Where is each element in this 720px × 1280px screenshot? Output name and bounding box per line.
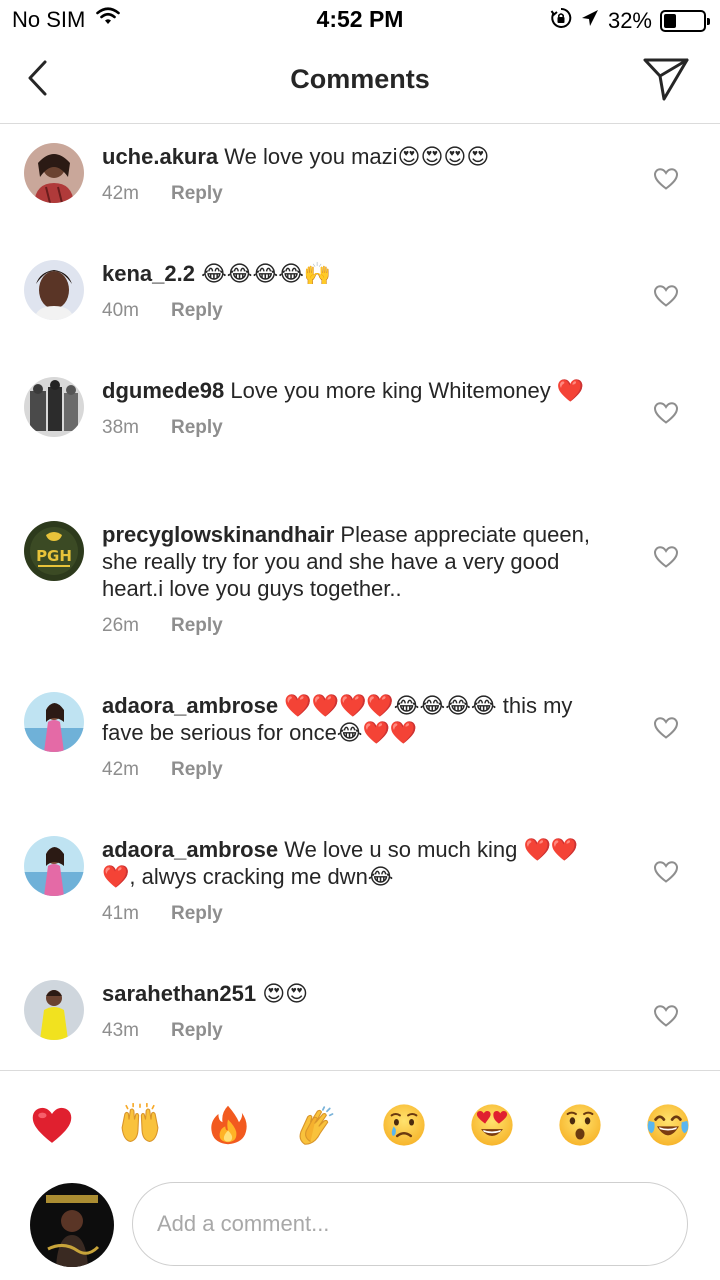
comment-username[interactable]: kena_2.2 <box>102 261 195 286</box>
comment-body: adaora_ambrose We love u so much king ❤️… <box>102 836 602 927</box>
comment-time: 42m <box>102 183 139 204</box>
profile-avatar[interactable] <box>30 1183 114 1267</box>
comment-username[interactable]: adaora_ambrose <box>102 837 278 862</box>
share-button[interactable] <box>642 56 690 102</box>
reply-button[interactable]: Reply <box>171 756 223 783</box>
avatar[interactable] <box>24 692 84 752</box>
red-heart-icon[interactable] <box>30 1103 74 1147</box>
avatar[interactable] <box>24 260 84 320</box>
surprised-face-icon[interactable] <box>558 1103 602 1147</box>
heart-outline-icon <box>653 168 679 190</box>
comment-text: 😍😍 <box>262 981 309 1006</box>
raising-hands-icon[interactable] <box>118 1103 162 1147</box>
like-button[interactable] <box>653 860 679 884</box>
avatar[interactable] <box>24 836 84 896</box>
reply-button[interactable]: Reply <box>171 1017 223 1044</box>
svg-text:PGH: PGH <box>36 547 72 565</box>
reply-button[interactable]: Reply <box>171 297 223 324</box>
heart-outline-icon <box>653 717 679 739</box>
fire-icon[interactable] <box>206 1103 250 1147</box>
tears-of-joy-icon[interactable] <box>646 1103 690 1147</box>
comment-text: We love you mazi😍😍😍😍 <box>224 144 490 169</box>
comment-username[interactable]: precyglowskinandhair <box>102 522 334 547</box>
comment-time: 38m <box>102 417 139 438</box>
comment-username[interactable]: adaora_ambrose <box>102 693 278 718</box>
reply-button[interactable]: Reply <box>171 414 223 441</box>
reply-button[interactable]: Reply <box>171 612 223 639</box>
comment-time: 43m <box>102 1020 139 1041</box>
heart-outline-icon <box>653 1005 679 1027</box>
avatar[interactable] <box>24 980 84 1040</box>
comment-body: dgumede98 Love you more king Whitemoney … <box>102 377 602 441</box>
orientation-lock-icon <box>550 7 572 35</box>
status-bar: No SIM 4:52 PM 32% <box>0 0 720 40</box>
location-arrow-icon <box>580 8 600 34</box>
heart-outline-icon <box>653 546 679 568</box>
comment-username[interactable]: sarahethan251 <box>102 981 256 1006</box>
battery-level <box>664 14 676 28</box>
like-button[interactable] <box>653 284 679 308</box>
comment-body: precyglowskinandhair Please appreciate q… <box>102 521 602 639</box>
reply-button[interactable]: Reply <box>171 180 223 207</box>
comment-username[interactable]: dgumede98 <box>102 378 224 403</box>
crying-face-icon[interactable] <box>382 1103 426 1147</box>
like-button[interactable] <box>653 716 679 740</box>
comment-time: 41m <box>102 903 139 924</box>
like-button[interactable] <box>653 545 679 569</box>
battery-percent: 32% <box>607 8 652 33</box>
page-title: Comments <box>290 64 430 94</box>
comment-username[interactable]: uche.akura <box>102 144 218 169</box>
like-button[interactable] <box>653 1004 679 1028</box>
clapping-hands-icon[interactable] <box>294 1103 338 1147</box>
quick-reaction-bar <box>0 1070 720 1178</box>
heart-outline-icon <box>653 861 679 883</box>
heart-outline-icon <box>653 285 679 307</box>
like-button[interactable] <box>653 401 679 425</box>
comment-body: adaora_ambrose ❤️❤️❤️❤️😂😂😂😂 this my fave… <box>102 692 602 783</box>
comment-input[interactable] <box>132 1182 688 1266</box>
comment-text: 😂😂😂😂🙌 <box>201 261 332 286</box>
comment-composer <box>0 1178 720 1280</box>
avatar[interactable]: PGH <box>24 521 84 581</box>
battery-icon <box>660 10 710 32</box>
comment-time: 40m <box>102 300 139 321</box>
heart-outline-icon <box>653 402 679 424</box>
comment-body: kena_2.2 😂😂😂😂🙌 40m Reply <box>102 260 602 324</box>
comment-body: sarahethan251 😍😍 43m Reply <box>102 980 602 1044</box>
comment-body: uche.akura We love you mazi😍😍😍😍 42m Reply <box>102 143 602 207</box>
paper-plane-icon <box>643 58 689 101</box>
reply-button[interactable]: Reply <box>171 900 223 927</box>
avatar[interactable] <box>24 377 84 437</box>
status-right: 32% <box>550 7 710 35</box>
comment-time: 42m <box>102 759 139 780</box>
comment-time: 26m <box>102 615 139 636</box>
like-button[interactable] <box>653 167 679 191</box>
avatar[interactable] <box>24 143 84 203</box>
heart-eyes-icon[interactable] <box>470 1103 514 1147</box>
comments-header: Comments <box>0 40 720 124</box>
comment-text: Love you more king Whitemoney ❤️ <box>230 378 585 403</box>
